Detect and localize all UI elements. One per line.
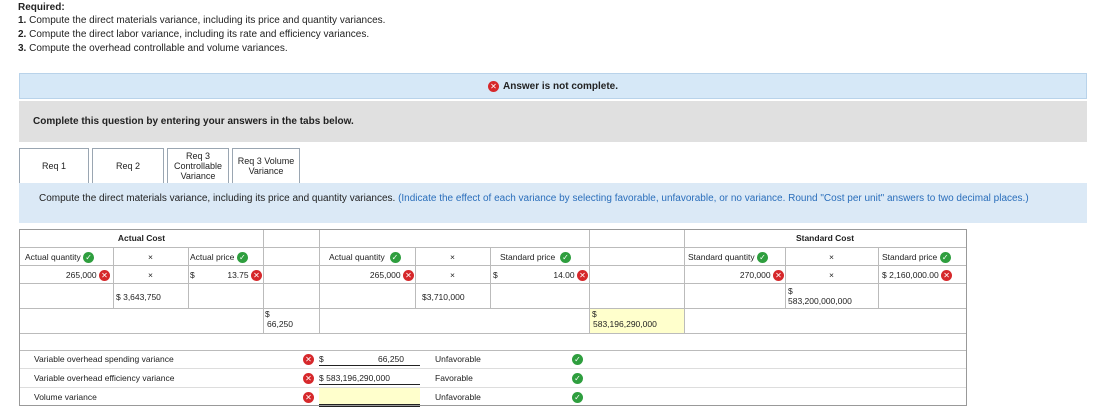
summary-effect-volume[interactable]: Unfavorable [435, 392, 481, 402]
quantity-variance-input[interactable]: 583,196,290,000 [593, 319, 657, 329]
check-icon: ✓ [560, 252, 572, 264]
tab-req-1[interactable]: Req 1 [19, 148, 89, 183]
tab-req-3-controllable[interactable]: Req 3 Controllable Variance [167, 148, 229, 183]
actual-price-input[interactable]: 13.75 ✕ [188, 270, 262, 282]
check-icon: ✓ [83, 252, 95, 264]
error-icon: ✕ [303, 354, 314, 366]
actual-price-label: Actual price ✓ [190, 252, 248, 264]
tab-req-2[interactable]: Req 2 [92, 148, 164, 183]
error-icon: ✕ [773, 270, 784, 282]
actual-quantity-label-mid: Actual quantity ✓ [329, 252, 401, 264]
mid-total[interactable]: $3,710,000 [422, 292, 465, 302]
summary-effect-efficiency[interactable]: Favorable [435, 373, 473, 383]
check-icon: ✓ [389, 252, 401, 264]
summary-label-spending: Variable overhead spending variance [34, 354, 174, 364]
error-icon: ✕ [251, 270, 262, 282]
summary-error-spending: ✕ [303, 354, 314, 366]
summary-label-efficiency: Variable overhead efficiency variance [34, 373, 175, 383]
times-sign: × [450, 270, 455, 280]
actual-cost-total[interactable]: $ 3,643,750 [116, 292, 161, 302]
summary-effect-spending[interactable]: Unfavorable [435, 354, 481, 364]
required-item-2: 2. Compute the direct labor variance, in… [18, 29, 370, 40]
standard-cost-header: Standard Cost [795, 233, 855, 243]
standard-price-input[interactable]: $ 2,160,000.00 ✕ [882, 270, 953, 282]
standard-quantity-input[interactable]: 270,000 ✕ [684, 270, 784, 282]
required-item-3: 3. Compute the overhead controllable and… [18, 43, 288, 54]
times-sign: × [829, 252, 834, 262]
error-icon: ✕ [577, 270, 588, 282]
standard-cost-total[interactable]: 583,200,000,000 [788, 296, 852, 306]
tab-req-3-volume[interactable]: Req 3 Volume Variance [232, 148, 300, 183]
required-item-1: 1. Compute the direct materials variance… [18, 15, 386, 26]
actual-quantity-label: Actual quantity ✓ [25, 252, 95, 264]
answer-status-bar: ✕ Answer is not complete. [19, 73, 1087, 99]
check-icon: ✓ [757, 252, 769, 264]
error-icon: ✕ [941, 270, 953, 282]
standard-price-label-mid: Standard price ✓ [500, 252, 572, 264]
summary-label-volume: Volume variance [34, 392, 97, 402]
error-icon: ✕ [99, 270, 110, 282]
error-icon: ✕ [303, 392, 314, 404]
actual-cost-header: Actual Cost [117, 233, 166, 243]
check-icon: ✓ [572, 373, 583, 385]
times-sign: × [450, 252, 455, 262]
mid-quantity-input[interactable]: 265,000 ✕ [319, 270, 414, 282]
dollar-sign: $ [265, 309, 270, 319]
answer-status-text: Answer is not complete. [502, 80, 619, 92]
summary-amount-efficiency[interactable]: $ 583,196,290,000 [319, 373, 390, 383]
dollar-sign: $ [592, 309, 597, 319]
tab-bar: Req 1 Req 2 Req 3 Controllable Variance … [19, 148, 303, 183]
variance-table: Actual Cost Standard Cost Actual quantit… [19, 229, 967, 407]
summary-amount-volume[interactable] [319, 388, 420, 405]
summary-amount-spending[interactable]: 66,250 [319, 354, 404, 364]
instruction-text: Complete this question by entering your … [33, 116, 354, 127]
times-sign: × [148, 252, 153, 262]
error-icon: ✕ [303, 373, 314, 385]
mid-standard-price-input[interactable]: 14.00 ✕ [490, 270, 588, 282]
error-icon: ✕ [487, 80, 499, 92]
question-description: Compute the direct materials variance, i… [19, 183, 1087, 223]
rounding-note: (Indicate the effect of each variance by… [398, 193, 1029, 204]
times-sign: × [829, 270, 834, 280]
standard-price-label: Standard price ✓ [882, 252, 951, 264]
check-icon: ✓ [572, 354, 583, 366]
instruction-bar: Complete this question by entering your … [19, 101, 1087, 142]
error-icon: ✕ [403, 270, 414, 282]
price-variance-input[interactable]: 66,250 [267, 319, 293, 329]
check-icon: ✓ [236, 252, 248, 264]
check-icon: ✓ [939, 252, 951, 264]
actual-quantity-input[interactable]: 265,000 ✕ [20, 270, 110, 282]
times-sign: × [148, 270, 153, 280]
standard-quantity-label: Standard quantity ✓ [688, 252, 769, 264]
check-icon: ✓ [572, 392, 583, 404]
dollar-sign: $ [788, 286, 793, 296]
required-title: Required: [18, 2, 65, 13]
